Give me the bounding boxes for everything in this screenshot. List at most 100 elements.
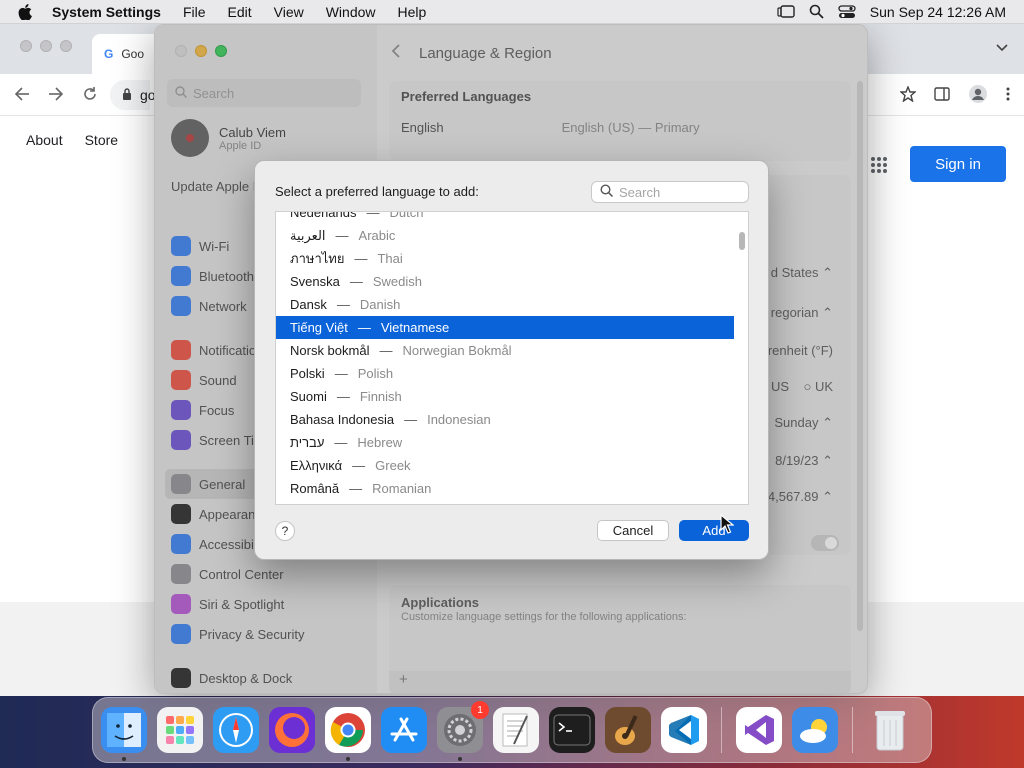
menu-edit[interactable]: Edit	[228, 4, 252, 20]
browser-tab[interactable]: G Goo	[92, 34, 162, 74]
about-link[interactable]: About	[26, 132, 63, 148]
language-row[interactable]: ภาษาไทย — Thai	[276, 247, 734, 270]
language-native-name: العربية	[290, 227, 326, 243]
chevron-down-icon[interactable]	[996, 40, 1008, 55]
language-row[interactable]: Suomi — Finnish	[276, 385, 734, 408]
search-placeholder: Search	[619, 184, 661, 200]
language-separator: —	[366, 211, 380, 220]
add-language-sheet: Select a preferred language to add: Sear…	[254, 160, 769, 560]
language-native-name: Tiếng Việt	[290, 320, 348, 335]
language-row[interactable]: Bahasa Indonesia — Indonesian	[276, 408, 734, 431]
language-row[interactable]: Polski — Polish	[276, 362, 734, 385]
trash-icon[interactable]	[867, 707, 913, 753]
language-row[interactable]: עברית — Hebrew	[276, 431, 734, 454]
language-native-name: Suomi	[290, 389, 327, 404]
garageband-icon[interactable]	[605, 707, 651, 753]
language-row[interactable]: Norsk bokmål — Norwegian Bokmål	[276, 339, 734, 362]
language-separator: —	[334, 435, 348, 450]
forward-arrow-icon[interactable]	[48, 86, 64, 105]
mouse-pointer-icon	[720, 513, 735, 537]
back-arrow-icon[interactable]	[14, 86, 30, 105]
stage-manager-icon[interactable]	[777, 4, 795, 19]
control-center-icon[interactable]	[838, 4, 856, 19]
firefox-icon[interactable]	[269, 707, 315, 753]
language-english-name: Greek	[375, 458, 411, 473]
menu-view[interactable]: View	[274, 4, 304, 20]
language-english-name: Romanian	[372, 481, 432, 496]
language-separator: —	[335, 228, 349, 243]
apps-grid-icon[interactable]	[870, 156, 888, 177]
language-english-name: Norwegian Bokmål	[402, 343, 512, 358]
menu-file[interactable]: File	[183, 4, 206, 20]
language-native-name: Bahasa Indonesia	[290, 412, 395, 427]
language-separator: —	[357, 320, 371, 335]
chrome-icon[interactable]	[325, 707, 371, 761]
spotlight-search-icon[interactable]	[809, 4, 824, 19]
language-separator: —	[354, 251, 368, 266]
language-row[interactable]: Tiếng Việt — Vietnamese	[276, 316, 734, 339]
finder-icon[interactable]	[101, 707, 147, 761]
terminal-icon[interactable]	[549, 707, 595, 753]
tab-title: Goo	[121, 47, 145, 61]
language-separator: —	[336, 297, 350, 312]
minimize-button[interactable]	[40, 40, 52, 52]
search-icon	[600, 184, 614, 200]
google-logo-icon: G	[104, 47, 114, 61]
system-settings-icon[interactable]: 1	[437, 701, 489, 761]
menu-help[interactable]: Help	[398, 4, 427, 20]
apple-menu-icon[interactable]	[18, 3, 34, 20]
dock: 1	[92, 697, 932, 763]
language-english-name: Thai	[377, 251, 403, 266]
address-bar[interactable]: go	[110, 80, 156, 110]
store-link[interactable]: Store	[85, 132, 118, 148]
safari-icon[interactable]	[213, 707, 259, 753]
cancel-button[interactable]: Cancel	[597, 520, 669, 541]
textedit-icon[interactable]	[493, 707, 539, 753]
app-menu[interactable]: System Settings	[52, 4, 161, 20]
language-row[interactable]: Magyar — Hungarian	[276, 500, 734, 505]
language-list[interactable]: Nederlands — Dutch العربية — Arabic ภาษาไทย — Th…	[275, 211, 749, 505]
language-native-name: Svenska	[290, 274, 340, 289]
language-separator: —	[404, 412, 418, 427]
running-indicator	[122, 757, 126, 761]
menu-window[interactable]: Window	[326, 4, 376, 20]
more-menu-icon[interactable]	[1006, 86, 1010, 105]
language-separator: —	[379, 343, 393, 358]
close-button[interactable]	[20, 40, 32, 52]
browser-window-controls[interactable]	[20, 40, 72, 52]
language-english-name: Swedish	[372, 274, 423, 289]
visual-studio-icon[interactable]	[736, 707, 782, 753]
profile-icon[interactable]	[968, 84, 988, 107]
lock-icon	[122, 87, 132, 103]
language-row[interactable]: Ελληνικά — Greek	[276, 454, 734, 477]
language-native-name: Magyar	[290, 504, 333, 505]
language-list-scrollbar[interactable]	[739, 232, 745, 250]
zoom-button[interactable]	[60, 40, 72, 52]
language-row[interactable]: Dansk — Danish	[276, 293, 734, 316]
language-search-input[interactable]: Search	[591, 181, 749, 203]
star-bookmark-icon[interactable]	[899, 85, 917, 105]
sign-in-button[interactable]: Sign in	[910, 146, 1006, 182]
side-panel-icon[interactable]	[934, 86, 950, 105]
add-button[interactable]: Add	[679, 520, 749, 541]
launchpad-icon[interactable]	[157, 707, 203, 753]
notification-badge: 1	[471, 701, 489, 719]
reload-icon[interactable]	[82, 86, 98, 105]
language-row[interactable]: Svenska — Swedish	[276, 270, 734, 293]
running-indicator	[346, 757, 350, 761]
clock[interactable]: Sun Sep 24 12:26 AM	[870, 4, 1006, 20]
language-english-name: Arabic	[358, 228, 396, 243]
language-row[interactable]: Română — Romanian	[276, 477, 734, 500]
language-native-name: Română	[290, 481, 340, 496]
language-english-name: Hebrew	[357, 435, 403, 450]
app-store-icon[interactable]	[381, 707, 427, 753]
language-separator: —	[349, 481, 363, 496]
weather-icon[interactable]	[792, 707, 838, 753]
language-row[interactable]: العربية — Arabic	[276, 224, 734, 247]
language-english-name: Indonesian	[427, 412, 491, 427]
vscode-icon[interactable]	[661, 707, 707, 753]
language-english-name: Hungarian	[366, 504, 426, 505]
help-button[interactable]: ?	[275, 521, 295, 541]
language-english-name: Danish	[359, 297, 401, 312]
language-row[interactable]: Nederlands — Dutch	[276, 211, 734, 224]
